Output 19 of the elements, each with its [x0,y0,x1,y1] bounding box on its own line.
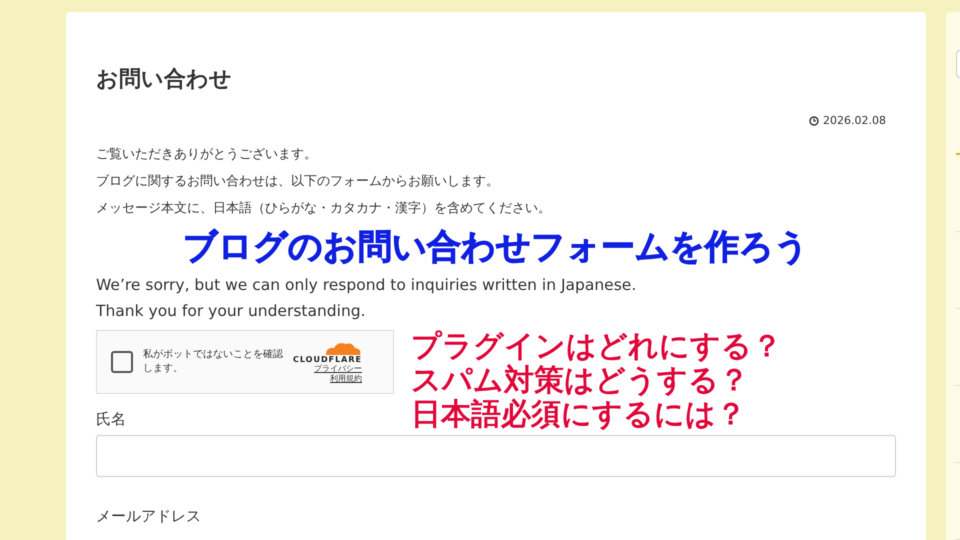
policy-link[interactable]: プライバシー [314,364,362,374]
page-title: お問い合わせ [96,66,233,94]
body-text: メッセージ本文に、日本語（ひらがな・カタカナ・漢字）を含めてください。 [96,200,552,218]
brand-name: CLOUDFLARE [293,354,362,364]
policy-link[interactable]: 利用規約 [330,374,362,384]
body-text: Thank you for your understanding. [96,301,367,322]
field-label: メールアドレス [96,507,201,526]
captcha-checkbox[interactable] [111,351,133,373]
question-overlay: 日本語必須にするには？ [411,398,746,432]
post-date: 2026.02.08 [823,114,886,127]
captcha-label: 私がボットではないことを確認します。 [143,348,283,376]
body-text: ブログに関するお問い合わせは、以下のフォームからお願いします。 [96,173,500,191]
field-label: 氏名 [96,410,126,429]
body-text: We’re sorry, but we can only respond to inquiries written in Japanese. [96,275,638,296]
question-overlay: スパム対策はどうする？ [411,364,749,398]
clock-icon [809,116,820,126]
headline-overlay: ブログのお問い合わせフォームを作ろう [183,226,809,268]
body-text: ご覧いただきありがとうございます。 [96,146,318,164]
question-overlay: プラグインはどれにする？ [411,330,782,364]
